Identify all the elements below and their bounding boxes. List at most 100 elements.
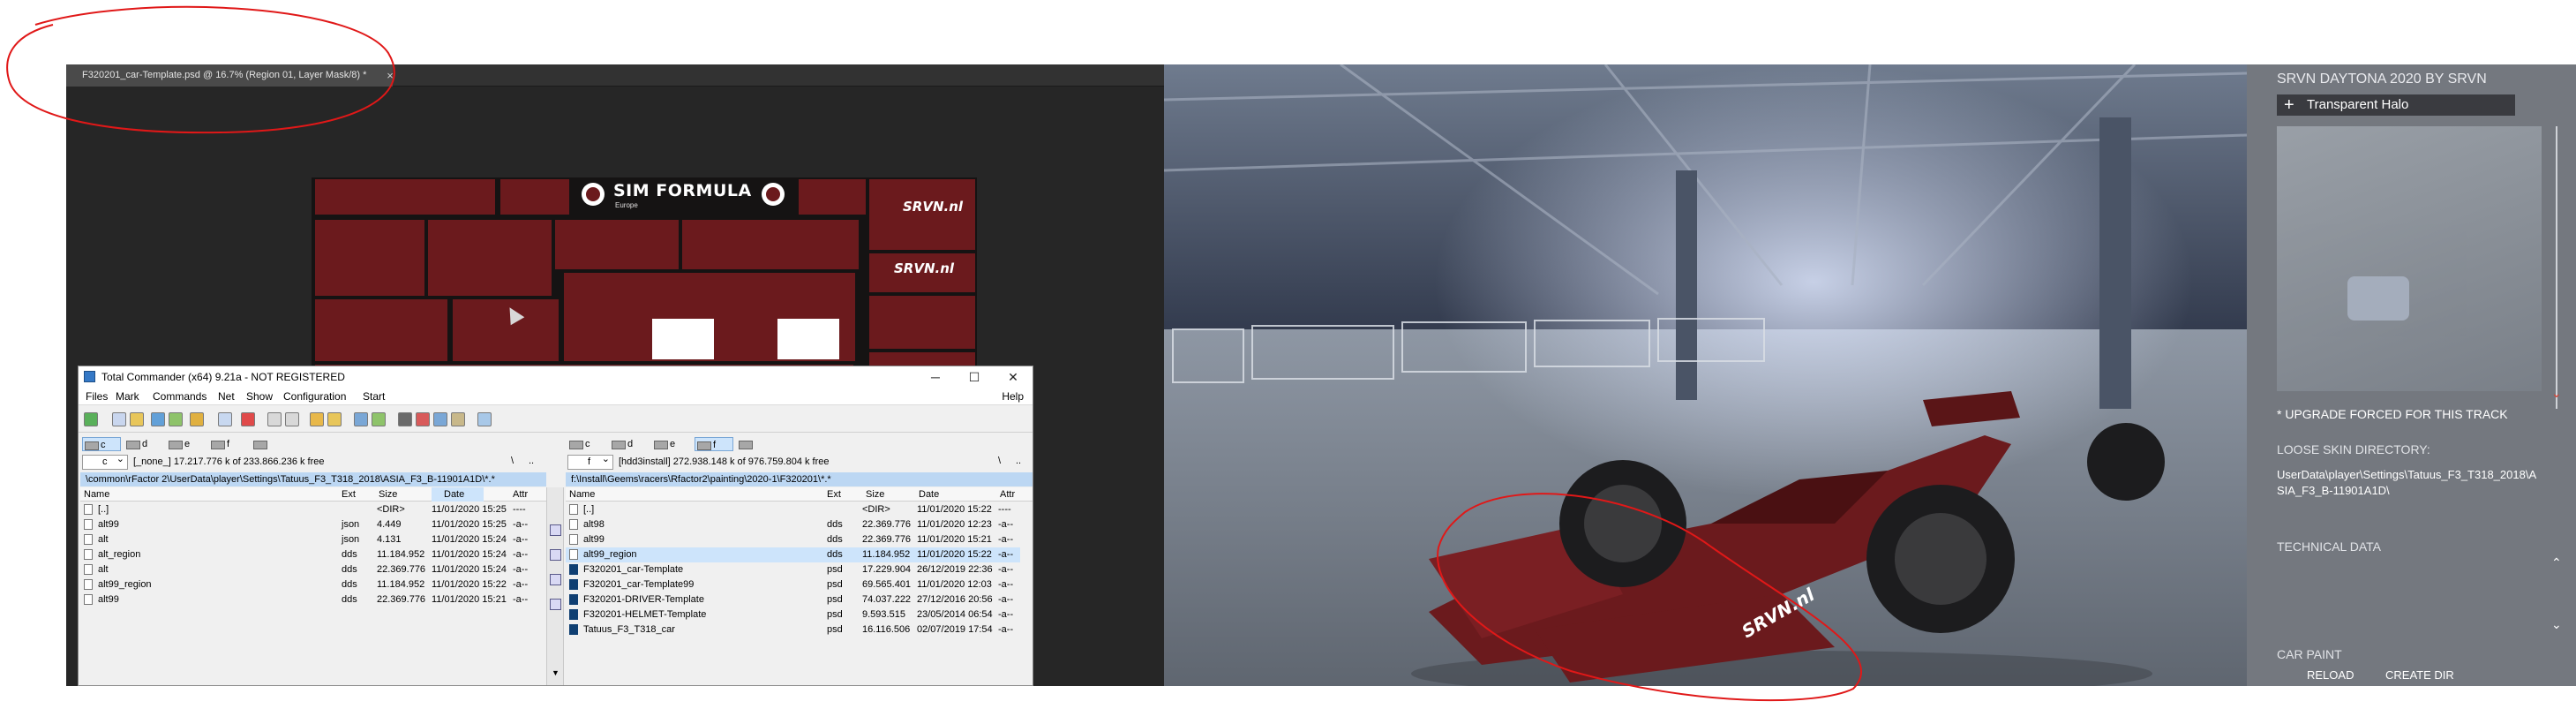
left-col-name[interactable]: Name xyxy=(84,487,109,502)
right-col-date[interactable]: Date xyxy=(919,487,939,502)
menu-show[interactable]: Show xyxy=(246,390,273,403)
right-drive-e[interactable]: e xyxy=(652,437,691,451)
brief-view-icon[interactable] xyxy=(112,412,126,426)
right-drive-select[interactable]: f xyxy=(567,453,613,470)
right-col-attr[interactable]: Attr xyxy=(1000,487,1015,502)
left-col-ext[interactable]: Ext xyxy=(342,487,356,502)
scroll-down-icon[interactable]: ⌄ xyxy=(2551,617,2562,632)
file-attr: -a-- xyxy=(998,534,1014,545)
right-path-bar[interactable]: f:\Install\Geems\racers\Rfactor2\paintin… xyxy=(566,472,1033,486)
move-icon[interactable] xyxy=(327,412,342,426)
file-row[interactable]: alt dds 22.369.776 11/01/2020 15:24 -a-- xyxy=(80,562,536,577)
file-row[interactable]: alt99_region dds 11.184.952 11/01/2020 15:2… xyxy=(80,577,536,592)
left-up-button[interactable]: .. xyxy=(529,456,534,466)
file-name: alt xyxy=(98,564,109,575)
forward-icon[interactable] xyxy=(285,412,299,426)
menu-start[interactable]: Start xyxy=(363,390,385,403)
option-label: Transparent Halo xyxy=(2307,97,2409,112)
left-col-attr[interactable]: Attr xyxy=(513,487,528,502)
file-ext: json xyxy=(342,534,360,545)
copy-icon[interactable] xyxy=(310,412,324,426)
find-icon[interactable] xyxy=(550,549,561,561)
left-root-button[interactable]: \ xyxy=(511,456,514,466)
thumbnails-icon[interactable] xyxy=(151,412,165,426)
right-drive-c[interactable]: c xyxy=(567,437,606,451)
sync-dirs-icon[interactable] xyxy=(433,412,447,426)
refresh-icon[interactable] xyxy=(84,412,98,426)
file-row[interactable]: alt json 4.131 11/01/2020 15:24 -a-- xyxy=(80,532,536,547)
multi-rename-icon[interactable] xyxy=(416,412,430,426)
menu-configuration[interactable]: Configuration xyxy=(283,390,346,403)
unpack-icon[interactable] xyxy=(241,412,255,426)
minimize-button[interactable]: ─ xyxy=(916,366,955,388)
create-dir-button[interactable]: CREATE DIR xyxy=(2385,668,2454,682)
menu-net[interactable]: Net xyxy=(218,390,235,403)
file-row[interactable]: F320201_car-Template99 psd 69.565.401 11/01… xyxy=(566,577,1020,592)
transparent-halo-option[interactable]: + Transparent Halo xyxy=(2277,94,2515,116)
maximize-button[interactable]: ☐ xyxy=(955,366,994,388)
reload-button[interactable]: RELOAD xyxy=(2307,668,2354,682)
left-col-date[interactable]: Date xyxy=(432,487,484,502)
back-icon[interactable] xyxy=(267,412,282,426)
right-col-name[interactable]: Name xyxy=(569,487,595,502)
notepad-icon[interactable] xyxy=(451,412,465,426)
file-row[interactable]: Tatuus_F3_T318_car psd 16.116.506 02/07/201… xyxy=(566,622,1020,637)
url-icon[interactable] xyxy=(372,412,386,426)
file-row[interactable]: alt99 dds 22.369.776 11/01/2020 15:21 -a-- xyxy=(80,592,536,607)
file-ext: dds xyxy=(827,534,843,545)
left-col-size[interactable]: Size xyxy=(379,487,397,502)
file-row[interactable]: F320201-DRIVER-Template psd 74.037.222 27/1… xyxy=(566,592,1020,607)
file-row[interactable]: [..] <DIR> 11/01/2020 15:25 ---- xyxy=(80,502,536,517)
file-row[interactable]: alt_region dds 11.184.952 11/01/2020 15:24-… xyxy=(80,547,536,562)
plus-icon[interactable]: + xyxy=(2284,94,2294,116)
file-row[interactable]: alt99 dds 22.369.776 11/01/2020 15:21 -a-- xyxy=(566,532,1020,547)
menu-commands[interactable]: Commands xyxy=(153,390,207,403)
right-drive-f[interactable]: f xyxy=(695,437,733,451)
left-drive-e[interactable]: e xyxy=(167,437,206,451)
left-drive-f[interactable]: f xyxy=(209,437,248,451)
file-row[interactable]: [..] <DIR> 11/01/2020 15:22 ---- xyxy=(566,502,1020,517)
right-col-size[interactable]: Size xyxy=(866,487,884,502)
compare-icon[interactable] xyxy=(550,574,561,585)
ftp-icon[interactable] xyxy=(354,412,368,426)
file-row[interactable]: alt99 json 4.449 11/01/2020 15:25 -a-- xyxy=(80,517,536,532)
scroll-down-icon[interactable]: ▼ xyxy=(552,668,560,677)
invert-selection-icon[interactable] xyxy=(190,412,204,426)
file-name: F320201-HELMET-Template xyxy=(583,609,707,620)
sync-icon[interactable] xyxy=(550,599,561,610)
file-row[interactable]: F320201_car-Template psd 17.229.904 26/12/2… xyxy=(566,562,1020,577)
file-row[interactable]: F320201-HELMET-Template psd 9.593.515 23/05… xyxy=(566,607,1020,622)
left-scrollbar[interactable] xyxy=(536,502,546,685)
detailed-view-icon[interactable] xyxy=(130,412,144,426)
search-icon[interactable] xyxy=(398,412,412,426)
document-tab[interactable]: F320201_car-Template.psd @ 16.7% (Region… xyxy=(66,64,393,87)
file-date: 11/01/2020 12:23 xyxy=(917,519,992,530)
upgrades-scrollbar[interactable] xyxy=(2556,126,2568,409)
file-icon xyxy=(569,594,578,605)
left-drive-select[interactable]: c xyxy=(82,453,128,470)
right-network-drive[interactable] xyxy=(737,437,760,451)
menu-mark[interactable]: Mark xyxy=(116,390,139,403)
title-bar[interactable]: Total Commander (x64) 9.21a - NOT REGIST… xyxy=(79,366,1033,388)
right-col-ext[interactable]: Ext xyxy=(827,487,841,502)
right-drive-d[interactable]: d xyxy=(610,437,649,451)
menu-help[interactable]: Help xyxy=(1002,390,1024,403)
close-button[interactable]: ✕ xyxy=(994,366,1033,388)
right-root-button[interactable]: \ xyxy=(998,456,1001,466)
tree-icon[interactable] xyxy=(169,412,183,426)
close-icon[interactable]: × xyxy=(384,70,396,82)
settings-icon[interactable] xyxy=(477,412,492,426)
right-scrollbar[interactable] xyxy=(1020,502,1031,685)
left-path-bar[interactable]: \common\rFactor 2\UserData\player\Settin… xyxy=(80,472,546,486)
copy-path-icon[interactable] xyxy=(550,524,561,536)
scroll-up-icon[interactable]: ⌃ xyxy=(2551,555,2562,570)
left-drive-c[interactable]: c xyxy=(82,437,121,451)
menu-files[interactable]: Files xyxy=(86,390,108,403)
file-row[interactable]: alt99_region dds 11.184.952 11/01/2020 15:2… xyxy=(566,547,1020,562)
pack-icon[interactable] xyxy=(218,412,232,426)
left-network-drive[interactable] xyxy=(252,437,274,451)
scroll-down-icon[interactable]: ⌄ xyxy=(2551,386,2562,401)
file-row[interactable]: alt98 dds 22.369.776 11/01/2020 12:23 -a-- xyxy=(566,517,1020,532)
right-up-button[interactable]: .. xyxy=(1016,456,1021,466)
left-drive-d[interactable]: d xyxy=(124,437,163,451)
